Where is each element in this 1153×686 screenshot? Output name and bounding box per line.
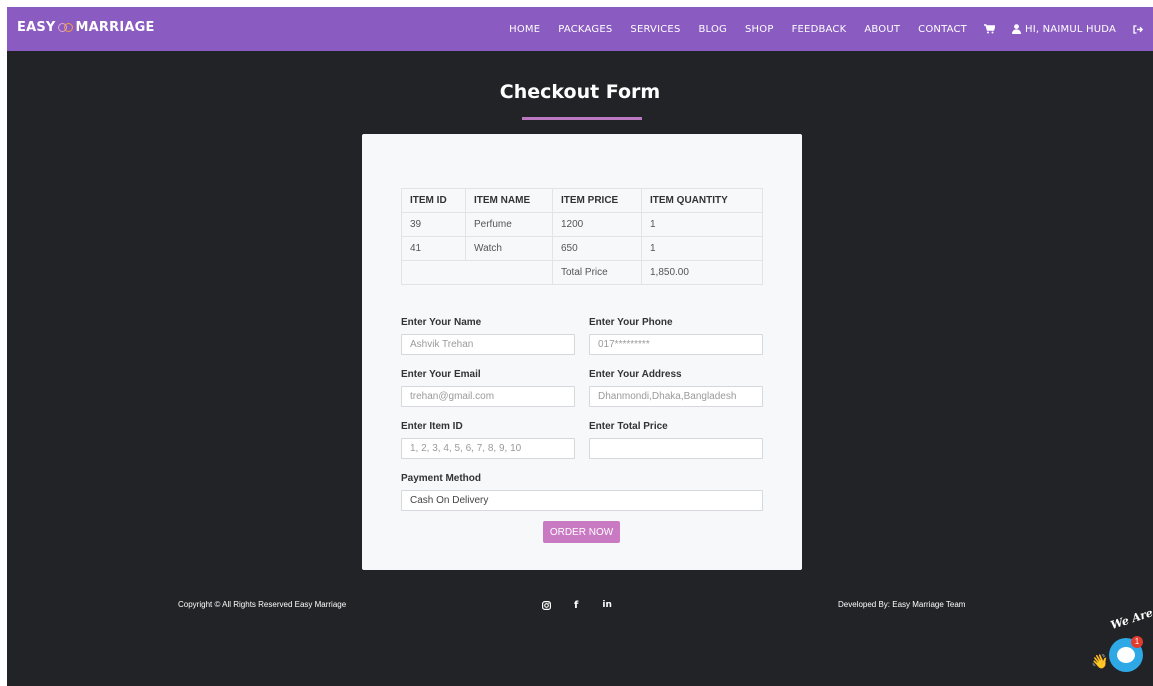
nav-packages[interactable]: PACKAGES	[558, 24, 612, 35]
facebook-icon[interactable]: f	[574, 600, 578, 611]
copyright-text: Copyright © All Rights Reserved Easy Mar…	[178, 600, 347, 609]
logout-icon[interactable]	[1133, 24, 1143, 34]
cell-item-id: 39	[401, 212, 466, 237]
nav-blog[interactable]: BLOG	[699, 24, 728, 35]
user-greeting: HI, NAIMUL HUDA	[1025, 23, 1116, 35]
total-price-value: 1,850.00	[641, 260, 763, 285]
rings-icon	[57, 22, 75, 34]
cart-table: ITEM ID ITEM NAME ITEM PRICE ITEM QUANTI…	[401, 188, 763, 285]
nav-shop[interactable]: SHOP	[745, 24, 774, 35]
navbar: EASY MARRIAGE HOME PACKAGES SERVICES BLO…	[7, 7, 1153, 51]
brand-name-right: MARRIAGE	[75, 20, 155, 35]
total-price-field-label: Enter Total Price	[589, 421, 668, 432]
chat-label: We Are Here!	[1108, 594, 1153, 632]
col-item-quantity: ITEM QUANTITY	[641, 188, 763, 213]
linkedin-icon[interactable]: in	[602, 600, 612, 610]
address-label: Enter Your Address	[589, 369, 682, 380]
phone-label: Enter Your Phone	[589, 317, 673, 328]
cell-item-quantity: 1	[641, 212, 763, 237]
item-id-input[interactable]	[401, 438, 575, 459]
table-row: 41 Watch 650 1	[401, 236, 763, 261]
table-total-row: Total Price 1,850.00	[401, 260, 763, 285]
social-links: f in	[540, 599, 612, 611]
waving-hand-icon: 👋	[1091, 653, 1109, 669]
checkout-card: ITEM ID ITEM NAME ITEM PRICE ITEM QUANTI…	[362, 134, 802, 570]
col-item-name: ITEM NAME	[465, 188, 553, 213]
chat-widget[interactable]: We Are Here! 👋 1	[1087, 594, 1153, 686]
nav-menu: HOME PACKAGES SERVICES BLOG SHOP FEEDBAC…	[500, 7, 1153, 51]
nav-services[interactable]: SERVICES	[630, 24, 680, 35]
browser-viewport: EASY MARRIAGE HOME PACKAGES SERVICES BLO…	[7, 7, 1153, 686]
address-input[interactable]	[589, 386, 763, 407]
cell-item-price: 1200	[552, 212, 642, 237]
item-id-label: Enter Item ID	[401, 421, 463, 432]
nav-about[interactable]: ABOUT	[864, 24, 900, 35]
cell-item-name: Perfume	[465, 212, 553, 237]
name-label: Enter Your Name	[401, 317, 482, 328]
email-input[interactable]	[401, 386, 575, 407]
payment-label: Payment Method	[401, 473, 482, 484]
col-item-id: ITEM ID	[401, 188, 466, 213]
phone-input[interactable]	[589, 334, 763, 355]
payment-method-input[interactable]	[401, 490, 763, 511]
developer-credit: Developed By: Easy Marriage Team	[838, 600, 966, 609]
cell-item-price: 650	[552, 236, 642, 261]
total-price-input[interactable]	[589, 438, 763, 459]
nav-contact[interactable]: CONTACT	[918, 24, 967, 35]
cell-item-name: Watch	[465, 236, 553, 261]
cell-empty	[401, 260, 553, 285]
brand-name-left: EASY	[17, 20, 56, 35]
order-now-button[interactable]: ORDER NOW	[543, 521, 620, 543]
brand-logo[interactable]: EASY MARRIAGE	[17, 20, 155, 35]
chat-badge: 1	[1131, 636, 1143, 648]
cell-item-id: 41	[401, 236, 466, 261]
instagram-icon[interactable]	[540, 599, 552, 611]
user-icon	[1012, 24, 1021, 34]
user-menu[interactable]: HI, NAIMUL HUDA	[1012, 24, 1116, 35]
name-input[interactable]	[401, 334, 575, 355]
table-header-row: ITEM ID ITEM NAME ITEM PRICE ITEM QUANTI…	[401, 188, 763, 213]
total-price-label: Total Price	[552, 260, 642, 285]
nav-feedback[interactable]: FEEDBACK	[792, 24, 847, 35]
email-label: Enter Your Email	[401, 369, 481, 380]
page-title: Checkout Form	[499, 81, 661, 103]
table-row: 39 Perfume 1200 1	[401, 212, 763, 237]
col-item-price: ITEM PRICE	[552, 188, 642, 213]
cart-icon[interactable]	[984, 24, 995, 34]
cell-item-quantity: 1	[641, 236, 763, 261]
nav-home[interactable]: HOME	[509, 24, 540, 35]
title-underline	[522, 117, 642, 120]
